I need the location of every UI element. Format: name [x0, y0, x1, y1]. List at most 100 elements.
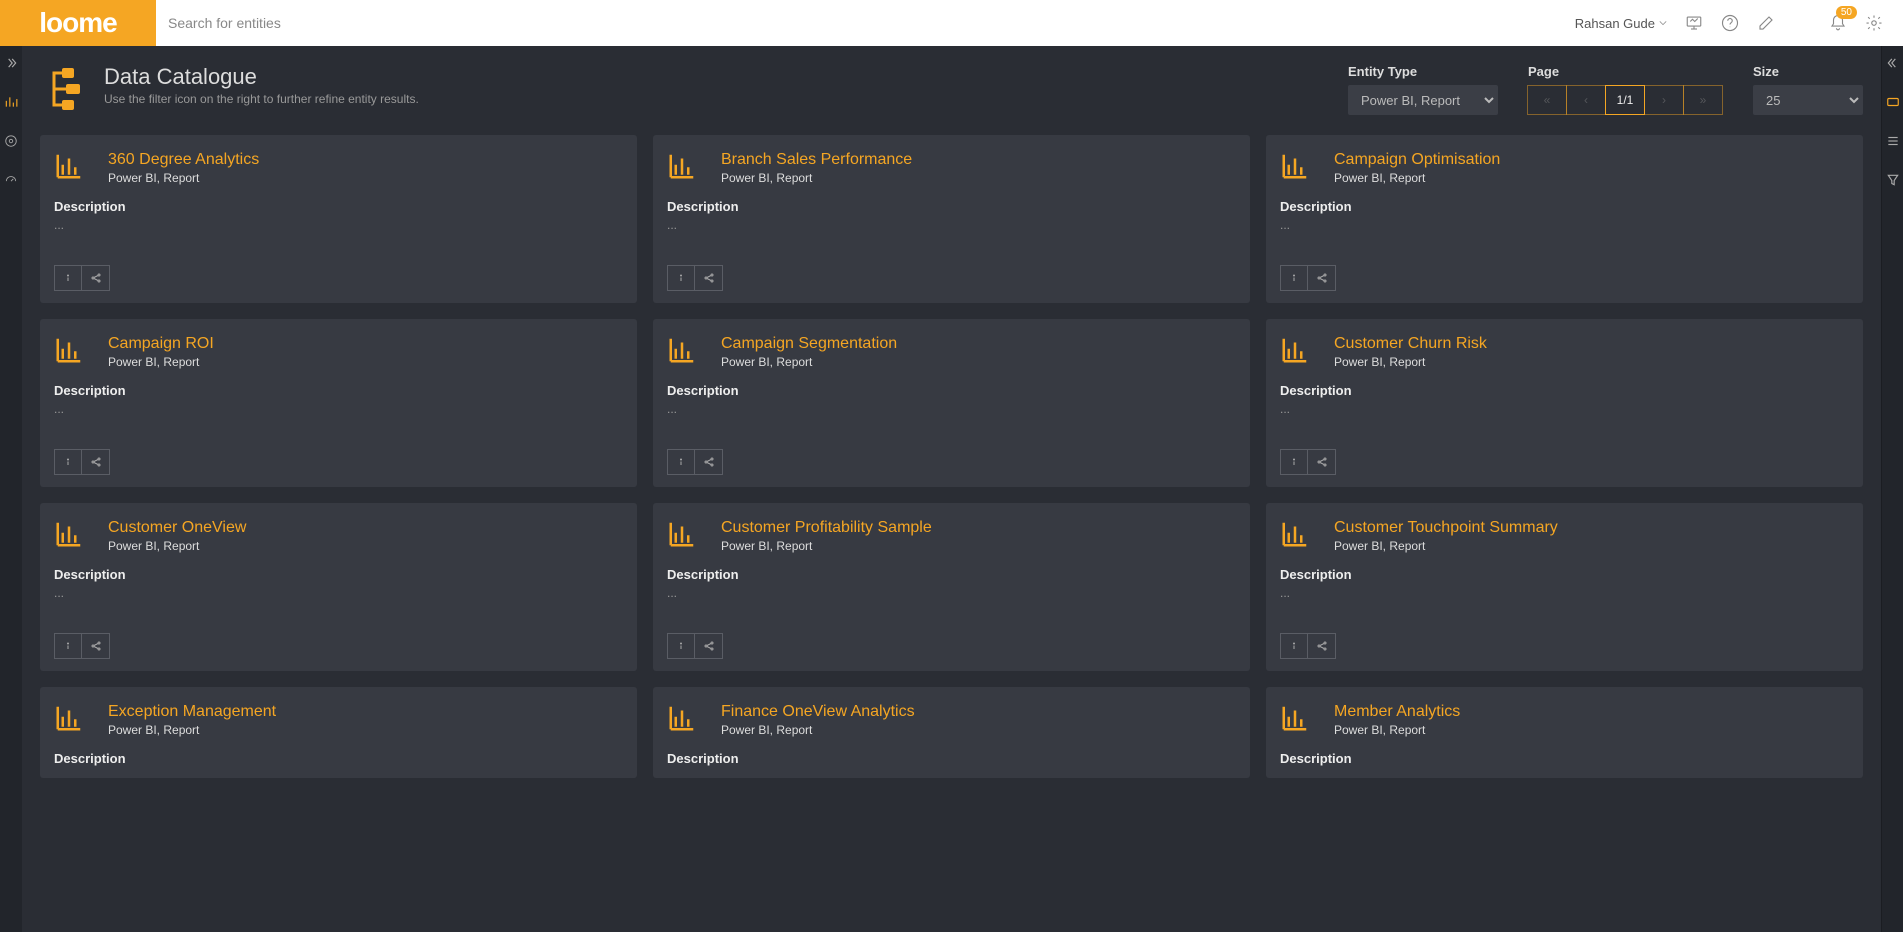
card-type: Power BI, Report [108, 355, 214, 369]
presentation-icon[interactable] [1685, 14, 1703, 32]
card-info-button[interactable] [667, 633, 695, 659]
card-title: Customer Profitability Sample [721, 519, 932, 537]
notification-badge: 50 [1836, 6, 1857, 19]
entity-card[interactable]: Exception Management Power BI, Report De… [40, 687, 637, 778]
card-title: Customer Touchpoint Summary [1334, 519, 1558, 537]
card-desc-label: Description [667, 383, 1236, 398]
entity-card[interactable]: 360 Degree Analytics Power BI, Report De… [40, 135, 637, 303]
rail-collapse-icon[interactable] [1886, 56, 1900, 75]
card-type: Power BI, Report [1334, 171, 1500, 185]
notifications-icon[interactable]: 50 [1829, 14, 1847, 32]
card-desc: ... [54, 218, 623, 232]
size-select[interactable]: 25 [1753, 85, 1863, 115]
help-icon[interactable] [1721, 14, 1739, 32]
card-desc: ... [1280, 586, 1849, 600]
card-info-button[interactable] [54, 449, 82, 475]
page-label: Page [1528, 64, 1723, 79]
pager-first[interactable]: « [1527, 85, 1567, 115]
rail-card-view-icon[interactable] [1886, 95, 1900, 114]
rail-dashboard-icon[interactable] [4, 173, 18, 192]
entity-card[interactable]: Campaign Optimisation Power BI, Report D… [1266, 135, 1863, 303]
card-desc-label: Description [1280, 199, 1849, 214]
settings-icon[interactable] [1865, 14, 1883, 32]
topbar-right: Rahsan Gude 50 [1575, 14, 1903, 32]
entity-card[interactable]: Customer Touchpoint Summary Power BI, Re… [1266, 503, 1863, 671]
username-label: Rahsan Gude [1575, 16, 1655, 31]
card-type: Power BI, Report [721, 539, 932, 553]
right-rail [1881, 46, 1903, 932]
card-desc-label: Description [1280, 567, 1849, 582]
page-subtitle: Use the filter icon on the right to furt… [104, 92, 419, 106]
rail-list-view-icon[interactable] [1886, 134, 1900, 153]
apps-icon[interactable] [1793, 14, 1811, 32]
entity-card[interactable]: Customer Profitability Sample Power BI, … [653, 503, 1250, 671]
card-desc: ... [54, 586, 623, 600]
user-menu[interactable]: Rahsan Gude [1575, 16, 1667, 31]
rail-chart-icon[interactable] [4, 95, 18, 114]
edit-icon[interactable] [1757, 14, 1775, 32]
card-share-button[interactable] [82, 633, 110, 659]
page-header: Data Catalogue Use the filter icon on th… [40, 64, 1863, 115]
card-desc: ... [667, 402, 1236, 416]
pager-prev[interactable]: ‹ [1566, 85, 1606, 115]
card-info-button[interactable] [667, 449, 695, 475]
card-info-button[interactable] [1280, 449, 1308, 475]
card-share-button[interactable] [1308, 449, 1336, 475]
card-title: Customer OneView [108, 519, 246, 537]
rail-settings-icon[interactable] [4, 134, 18, 153]
rail-filter-icon[interactable] [1886, 173, 1900, 192]
card-desc-label: Description [54, 383, 623, 398]
card-type: Power BI, Report [1334, 723, 1460, 737]
card-title: Customer Churn Risk [1334, 335, 1487, 353]
entity-card[interactable]: Branch Sales Performance Power BI, Repor… [653, 135, 1250, 303]
card-share-button[interactable] [1308, 633, 1336, 659]
logo[interactable]: loome [0, 0, 156, 46]
entity-card[interactable]: Customer OneView Power BI, Report Descri… [40, 503, 637, 671]
catalogue-icon [40, 64, 88, 112]
card-share-button[interactable] [82, 449, 110, 475]
entity-card[interactable]: Customer Churn Risk Power BI, Report Des… [1266, 319, 1863, 487]
bar-chart-icon [667, 519, 697, 549]
card-share-button[interactable] [695, 449, 723, 475]
card-desc-label: Description [667, 751, 1236, 766]
card-title: Campaign Optimisation [1334, 151, 1500, 169]
pager-last[interactable]: » [1683, 85, 1723, 115]
card-desc: ... [667, 218, 1236, 232]
card-title: Member Analytics [1334, 703, 1460, 721]
card-share-button[interactable] [1308, 265, 1336, 291]
card-info-button[interactable] [54, 265, 82, 291]
bar-chart-icon [54, 151, 84, 181]
bar-chart-icon [54, 519, 84, 549]
card-desc-label: Description [54, 567, 623, 582]
card-info-button[interactable] [667, 265, 695, 291]
card-title: Campaign Segmentation [721, 335, 897, 353]
card-share-button[interactable] [695, 265, 723, 291]
bar-chart-icon [1280, 519, 1310, 549]
card-info-button[interactable] [1280, 633, 1308, 659]
entity-card[interactable]: Member Analytics Power BI, Report Descri… [1266, 687, 1863, 778]
entity-type-select[interactable]: Power BI, Report [1348, 85, 1498, 115]
card-desc-label: Description [54, 751, 623, 766]
bar-chart-icon [1280, 335, 1310, 365]
card-info-button[interactable] [54, 633, 82, 659]
entity-card[interactable]: Finance OneView Analytics Power BI, Repo… [653, 687, 1250, 778]
card-desc-label: Description [54, 199, 623, 214]
pager-next[interactable]: › [1644, 85, 1684, 115]
card-desc: ... [54, 402, 623, 416]
rail-expand-icon[interactable] [4, 56, 18, 75]
card-type: Power BI, Report [108, 171, 259, 185]
card-share-button[interactable] [695, 633, 723, 659]
main-content: Data Catalogue Use the filter icon on th… [22, 46, 1881, 932]
card-desc-label: Description [1280, 383, 1849, 398]
search-input[interactable] [168, 15, 349, 31]
entity-card[interactable]: Campaign ROI Power BI, Report Descriptio… [40, 319, 637, 487]
card-grid: 360 Degree Analytics Power BI, Report De… [40, 135, 1863, 778]
topbar: loome Rahsan Gude 50 [0, 0, 1903, 46]
card-desc: ... [1280, 402, 1849, 416]
card-info-button[interactable] [1280, 265, 1308, 291]
entity-card[interactable]: Campaign Segmentation Power BI, Report D… [653, 319, 1250, 487]
bar-chart-icon [667, 335, 697, 365]
card-share-button[interactable] [82, 265, 110, 291]
bar-chart-icon [667, 151, 697, 181]
card-type: Power BI, Report [1334, 355, 1487, 369]
